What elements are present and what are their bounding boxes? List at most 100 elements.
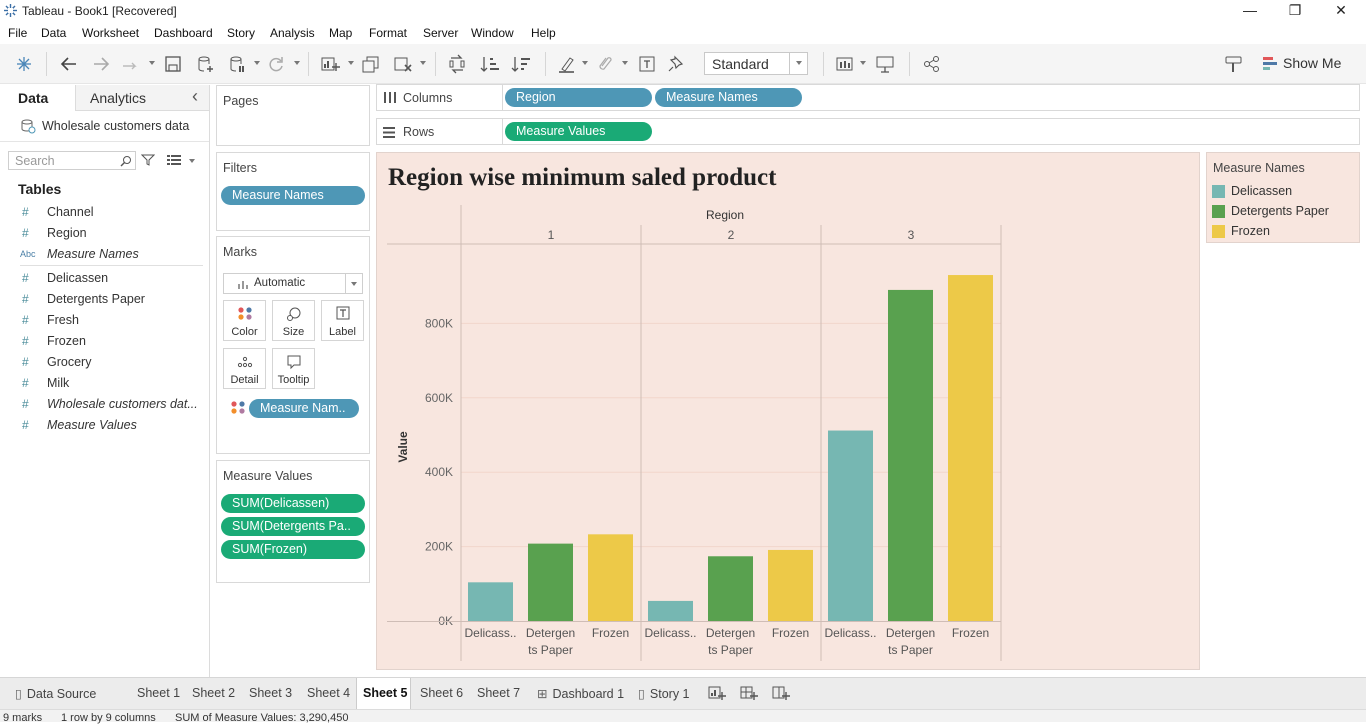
tableau-logo-icon <box>4 4 17 17</box>
tableau-start-icon[interactable] <box>13 54 35 74</box>
format-painter-icon[interactable] <box>1223 54 1245 74</box>
field-item[interactable]: # Fresh <box>0 310 205 331</box>
field-item[interactable]: Abc Measure Names <box>0 244 205 265</box>
collapse-pane-icon[interactable]: ‹ <box>192 86 198 107</box>
swap-rows-columns-icon[interactable] <box>446 54 468 74</box>
measure-pill-delicassen[interactable]: SUM(Delicassen) <box>221 494 365 513</box>
view-options-icon[interactable] <box>167 154 183 166</box>
field-item[interactable]: # Wholesale customers dat... <box>0 394 205 415</box>
rows-pill-measure-values[interactable]: Measure Values <box>505 122 652 141</box>
marks-tooltip-button[interactable]: Tooltip <box>272 348 315 389</box>
fix-axes-pin-icon[interactable] <box>666 54 688 74</box>
redo-icon[interactable] <box>90 54 112 74</box>
new-worksheet-tab-icon[interactable] <box>708 685 726 701</box>
new-dashboard-tab-icon[interactable] <box>740 685 758 701</box>
save-icon[interactable] <box>162 54 184 74</box>
sheet-tab[interactable]: Sheet 4 <box>300 678 353 709</box>
show-cards-icon[interactable] <box>834 54 856 74</box>
menu-format[interactable]: Format <box>369 26 407 40</box>
fit-select[interactable]: Standard <box>704 52 808 75</box>
measure-values-card[interactable]: Measure Values SUM(Delicassen) SUM(Deter… <box>216 460 370 583</box>
menu-story[interactable]: Story <box>227 26 255 40</box>
menu-worksheet[interactable]: Worksheet <box>82 26 139 40</box>
legend-swatch <box>1212 205 1225 218</box>
new-datasource-icon[interactable] <box>194 54 216 74</box>
sheet-tab[interactable]: ▯ Story 1 <box>631 678 697 709</box>
show-me-label: Show Me <box>1283 55 1342 71</box>
pages-card[interactable]: Pages <box>216 85 370 146</box>
tab-data[interactable]: Data <box>0 85 76 111</box>
sheet-tab[interactable]: Sheet 1 <box>130 678 182 709</box>
field-item[interactable]: # Frozen <box>0 331 205 352</box>
worksheet-view[interactable]: Region wise minimum saled product Region… <box>376 152 1200 670</box>
share-icon[interactable] <box>921 54 943 74</box>
sheet-tab[interactable]: ⊞ Dashboard 1 <box>530 678 628 709</box>
menu-window[interactable]: Window <box>471 26 514 40</box>
filter-pill-measure-names[interactable]: Measure Names <box>221 186 365 205</box>
show-mark-labels-icon[interactable] <box>636 54 658 74</box>
marks-card[interactable]: Marks Automatic Color Size Label Detail … <box>216 236 370 454</box>
duplicate-sheet-icon[interactable] <box>360 54 382 74</box>
marks-detail-button[interactable]: Detail <box>223 348 266 389</box>
filter-icon[interactable] <box>141 153 155 167</box>
sheet-tab[interactable]: ▯ Data Source <box>8 678 128 709</box>
measure-pill-detergents[interactable]: SUM(Detergents Pa.. <box>221 517 365 536</box>
color-legend[interactable]: Measure Names Delicassen Detergents Pape… <box>1206 152 1360 243</box>
menu-map[interactable]: Map <box>329 26 352 40</box>
menu-analysis[interactable]: Analysis <box>270 26 315 40</box>
group-members-icon[interactable] <box>594 54 616 74</box>
field-item[interactable]: # Channel <box>0 202 205 223</box>
sheet-tab[interactable]: Sheet 2 <box>185 678 239 709</box>
marks-size-button[interactable]: Size <box>272 300 315 341</box>
measure-pill-frozen[interactable]: SUM(Frozen) <box>221 540 365 559</box>
minimize-button[interactable]: — <box>1227 2 1273 20</box>
field-item[interactable]: # Grocery <box>0 352 205 373</box>
field-name: Fresh <box>47 313 79 327</box>
sheet-tab[interactable]: Sheet 5 <box>356 678 411 709</box>
sheet-tab[interactable]: Sheet 6 <box>413 678 467 709</box>
field-item[interactable]: # Detergents Paper <box>0 289 205 310</box>
show-me-icon <box>1263 57 1277 70</box>
pause-updates-icon[interactable] <box>226 54 248 74</box>
replay-icon[interactable] <box>120 54 142 74</box>
sort-descending-icon[interactable] <box>510 54 532 74</box>
menu-bar: File Data Worksheet Dashboard Story Anal… <box>0 22 1366 44</box>
columns-shelf[interactable]: Columns Region Measure Names <box>376 84 1360 111</box>
marks-color-button[interactable]: Color <box>223 300 266 341</box>
undo-icon[interactable] <box>58 54 80 74</box>
sort-ascending-icon[interactable] <box>479 54 501 74</box>
marks-pill-measure-names[interactable]: Measure Nam.. <box>249 399 359 418</box>
chevron-down-icon[interactable] <box>789 53 807 74</box>
tab-analytics[interactable]: Analytics ‹ <box>76 85 209 111</box>
field-item[interactable]: # Milk <box>0 373 205 394</box>
pane-label: 3 <box>908 228 915 242</box>
columns-pill-measure-names[interactable]: Measure Names <box>655 88 802 107</box>
refresh-icon[interactable] <box>265 54 287 74</box>
close-button[interactable]: ✕ <box>1318 2 1364 20</box>
sheet-tab[interactable]: Sheet 7 <box>470 678 527 709</box>
restore-button[interactable]: ❐ <box>1272 2 1318 20</box>
field-item[interactable]: # Delicassen <box>0 268 205 289</box>
menu-server[interactable]: Server <box>423 26 458 40</box>
columns-pill-region[interactable]: Region <box>505 88 652 107</box>
new-worksheet-icon[interactable] <box>319 54 341 74</box>
datasource-row[interactable]: Wholesale customers data <box>0 112 209 142</box>
highlight-icon[interactable] <box>556 54 578 74</box>
new-story-tab-icon[interactable] <box>772 685 790 701</box>
clear-sheet-icon[interactable] <box>392 54 414 74</box>
mark-type-select[interactable]: Automatic <box>223 273 363 294</box>
menu-file[interactable]: File <box>8 26 27 40</box>
menu-data[interactable]: Data <box>41 26 66 40</box>
sheet-tab[interactable]: Sheet 3 <box>242 678 297 709</box>
menu-help[interactable]: Help <box>531 26 556 40</box>
field-item[interactable]: # Region <box>0 223 205 244</box>
filters-card[interactable]: Filters Measure Names <box>216 152 370 231</box>
rows-shelf[interactable]: Rows Measure Values <box>376 118 1360 145</box>
presentation-mode-icon[interactable] <box>874 54 896 74</box>
field-search-input[interactable]: Search <box>8 151 136 170</box>
sheet-tab-label: Sheet 1 <box>137 686 181 700</box>
bar-chart[interactable]: Region1 2 30K200K400K600K800KValueDelicass… <box>377 201 1199 667</box>
marks-label-button[interactable]: Label <box>321 300 364 341</box>
menu-dashboard[interactable]: Dashboard <box>154 26 213 40</box>
field-item[interactable]: # Measure Values <box>0 415 205 436</box>
